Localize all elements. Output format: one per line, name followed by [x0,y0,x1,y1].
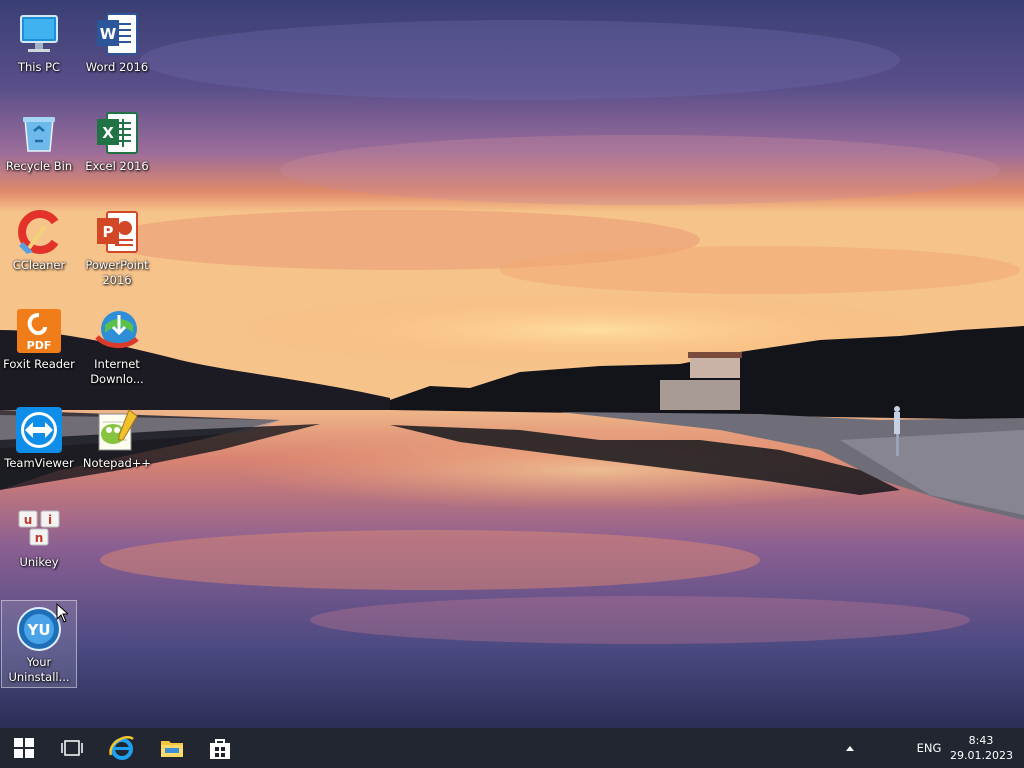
windows-logo-icon [14,738,34,758]
task-view-icon [61,740,83,756]
icon-label: Recycle Bin [5,159,73,173]
powerpoint-2016-shortcut[interactable]: P PowerPoint 2016 [79,204,155,292]
notepad-plus-plus-icon [93,406,141,454]
icon-label: Foxit Reader [3,357,75,371]
notepad-plus-plus-shortcut[interactable]: Notepad++ [79,402,155,490]
svg-text:W: W [100,25,117,43]
internet-explorer-button[interactable] [98,728,146,768]
icon-label: CCleaner [12,258,66,272]
word-icon: W [93,10,141,58]
internet-download-manager-shortcut[interactable]: Internet Downlo... [79,303,155,391]
internet-explorer-icon [109,736,134,760]
svg-text:i: i [48,513,52,527]
recycle-bin-icon [15,109,63,157]
clock[interactable]: 8:43 29.01.2023 [950,728,1013,768]
icon-label: Word 2016 [85,60,149,74]
input-language-indicator[interactable]: ENG [908,728,950,768]
unikey-shortcut[interactable]: u i n Unikey [1,501,77,589]
svg-text:P: P [103,223,114,241]
this-pc-icon [15,10,63,58]
foxit-reader-shortcut[interactable]: PDF Foxit Reader [1,303,77,391]
unikey-icon: u i n [15,505,63,553]
mouse-pointer-icon [56,603,68,623]
teamviewer-icon [15,406,63,454]
this-pc-shortcut[interactable]: This PC [1,6,77,94]
show-hidden-icons-button[interactable] [838,728,862,768]
icon-label: This PC [17,60,61,74]
icon-label: PowerPoint 2016 [85,258,149,287]
store-button[interactable] [196,728,244,768]
ccleaner-shortcut[interactable]: CCleaner [1,204,77,292]
icon-label: TeamViewer [4,456,74,470]
recycle-bin-shortcut[interactable]: Recycle Bin [1,105,77,193]
excel-icon: X [93,109,141,157]
svg-text:X: X [102,124,114,142]
internet-download-manager-icon [93,307,141,355]
foxit-reader-icon: PDF [15,307,63,355]
excel-2016-shortcut[interactable]: X Excel 2016 [79,105,155,193]
ccleaner-icon [15,208,63,256]
icon-label: Unikey [19,555,59,569]
store-icon [210,739,230,759]
teamviewer-shortcut[interactable]: TeamViewer [1,402,77,490]
word-2016-shortcut[interactable]: W Word 2016 [79,6,155,94]
icon-label: Notepad++ [82,456,152,470]
start-button[interactable] [0,728,48,768]
taskbar: ENG 8:43 29.01.2023 [0,728,1024,768]
powerpoint-icon: P [93,208,141,256]
icon-label: Excel 2016 [85,159,149,173]
file-explorer-button[interactable] [148,728,196,768]
clock-date: 29.01.2023 [950,749,1013,762]
clock-time: 8:43 [968,734,994,747]
svg-text:YU: YU [26,621,50,639]
folder-icon [161,741,183,757]
svg-text:n: n [35,531,44,545]
task-view-button[interactable] [48,728,96,768]
chevron-up-icon [846,746,854,751]
svg-text:PDF: PDF [27,339,52,352]
svg-text:u: u [24,513,33,527]
icon-label: Internet Downlo... [90,357,144,386]
desktop[interactable]: This PC Recycle Bin CCleaner PDF Foxit R… [0,0,1024,728]
icon-label: Your Uninstall... [8,655,70,684]
